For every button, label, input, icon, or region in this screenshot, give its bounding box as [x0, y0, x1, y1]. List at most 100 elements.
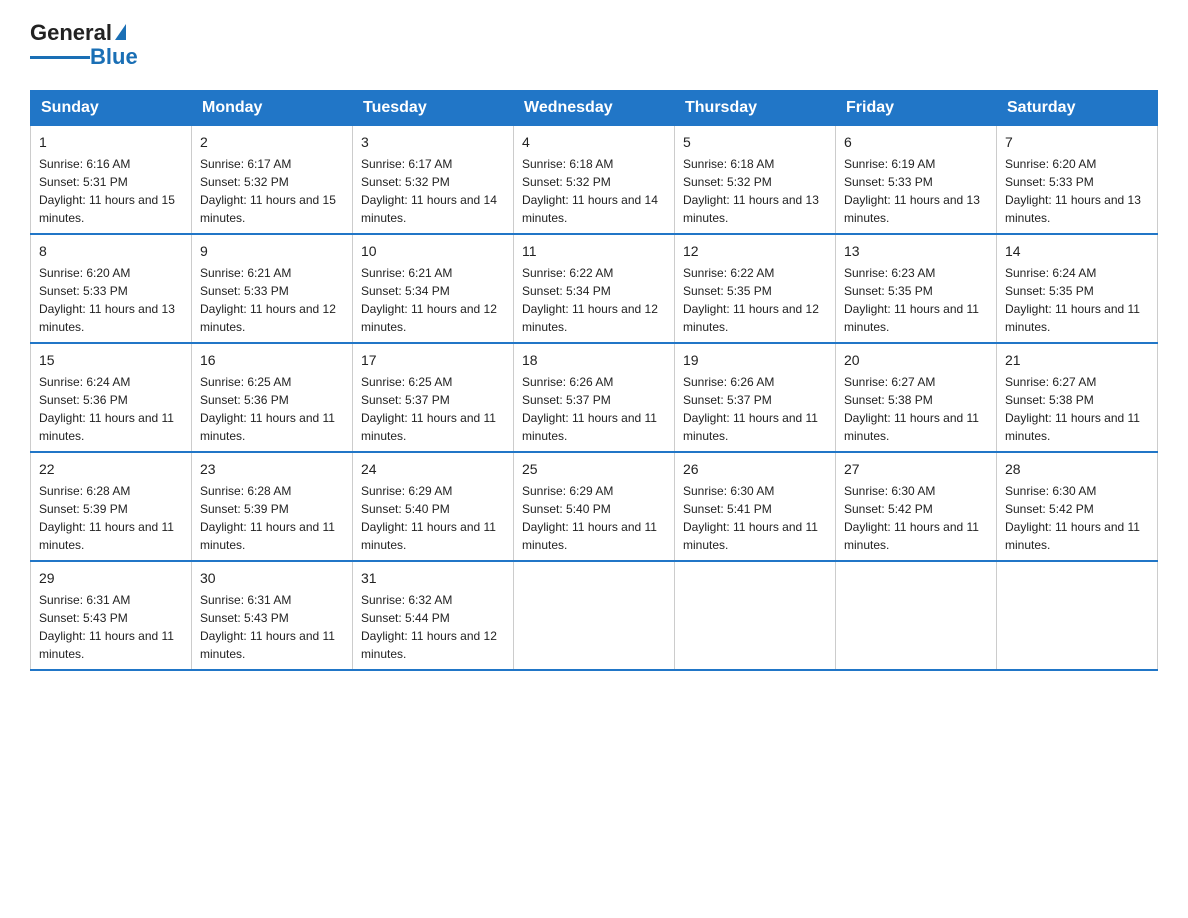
calendar-day-cell: 25Sunrise: 6:29 AMSunset: 5:40 PMDayligh…	[514, 452, 675, 561]
day-info: Sunrise: 6:30 AMSunset: 5:42 PMDaylight:…	[1005, 482, 1149, 554]
calendar-day-cell	[514, 561, 675, 670]
calendar-day-cell: 5Sunrise: 6:18 AMSunset: 5:32 PMDaylight…	[675, 126, 836, 235]
calendar-day-cell: 28Sunrise: 6:30 AMSunset: 5:42 PMDayligh…	[997, 452, 1158, 561]
calendar-week-row: 8Sunrise: 6:20 AMSunset: 5:33 PMDaylight…	[31, 234, 1158, 343]
calendar-day-cell: 27Sunrise: 6:30 AMSunset: 5:42 PMDayligh…	[836, 452, 997, 561]
calendar-day-cell: 12Sunrise: 6:22 AMSunset: 5:35 PMDayligh…	[675, 234, 836, 343]
day-info: Sunrise: 6:23 AMSunset: 5:35 PMDaylight:…	[844, 264, 988, 336]
day-number: 26	[683, 459, 827, 480]
day-number: 24	[361, 459, 505, 480]
calendar-day-cell: 8Sunrise: 6:20 AMSunset: 5:33 PMDaylight…	[31, 234, 192, 343]
day-info: Sunrise: 6:26 AMSunset: 5:37 PMDaylight:…	[683, 373, 827, 445]
day-info: Sunrise: 6:21 AMSunset: 5:33 PMDaylight:…	[200, 264, 344, 336]
calendar-day-cell: 26Sunrise: 6:30 AMSunset: 5:41 PMDayligh…	[675, 452, 836, 561]
header-monday: Monday	[192, 91, 353, 126]
calendar-header-row: SundayMondayTuesdayWednesdayThursdayFrid…	[31, 91, 1158, 126]
calendar-week-row: 22Sunrise: 6:28 AMSunset: 5:39 PMDayligh…	[31, 452, 1158, 561]
calendar-week-row: 29Sunrise: 6:31 AMSunset: 5:43 PMDayligh…	[31, 561, 1158, 670]
calendar-day-cell: 21Sunrise: 6:27 AMSunset: 5:38 PMDayligh…	[997, 343, 1158, 452]
calendar-day-cell	[675, 561, 836, 670]
day-info: Sunrise: 6:16 AMSunset: 5:31 PMDaylight:…	[39, 155, 183, 227]
calendar-day-cell: 9Sunrise: 6:21 AMSunset: 5:33 PMDaylight…	[192, 234, 353, 343]
header-tuesday: Tuesday	[353, 91, 514, 126]
calendar-day-cell: 3Sunrise: 6:17 AMSunset: 5:32 PMDaylight…	[353, 126, 514, 235]
day-number: 30	[200, 568, 344, 589]
calendar-day-cell: 31Sunrise: 6:32 AMSunset: 5:44 PMDayligh…	[353, 561, 514, 670]
day-info: Sunrise: 6:18 AMSunset: 5:32 PMDaylight:…	[522, 155, 666, 227]
logo: General Blue	[30, 20, 138, 70]
calendar-day-cell: 24Sunrise: 6:29 AMSunset: 5:40 PMDayligh…	[353, 452, 514, 561]
day-number: 5	[683, 132, 827, 153]
logo-triangle-icon	[115, 24, 126, 40]
calendar-day-cell: 15Sunrise: 6:24 AMSunset: 5:36 PMDayligh…	[31, 343, 192, 452]
day-info: Sunrise: 6:26 AMSunset: 5:37 PMDaylight:…	[522, 373, 666, 445]
calendar-day-cell	[997, 561, 1158, 670]
calendar-day-cell: 10Sunrise: 6:21 AMSunset: 5:34 PMDayligh…	[353, 234, 514, 343]
day-info: Sunrise: 6:27 AMSunset: 5:38 PMDaylight:…	[844, 373, 988, 445]
day-number: 29	[39, 568, 183, 589]
calendar-day-cell: 2Sunrise: 6:17 AMSunset: 5:32 PMDaylight…	[192, 126, 353, 235]
calendar-day-cell: 22Sunrise: 6:28 AMSunset: 5:39 PMDayligh…	[31, 452, 192, 561]
day-number: 25	[522, 459, 666, 480]
calendar-day-cell: 4Sunrise: 6:18 AMSunset: 5:32 PMDaylight…	[514, 126, 675, 235]
day-number: 7	[1005, 132, 1149, 153]
day-number: 20	[844, 350, 988, 371]
day-info: Sunrise: 6:17 AMSunset: 5:32 PMDaylight:…	[200, 155, 344, 227]
day-number: 21	[1005, 350, 1149, 371]
calendar-day-cell: 14Sunrise: 6:24 AMSunset: 5:35 PMDayligh…	[997, 234, 1158, 343]
day-number: 19	[683, 350, 827, 371]
day-number: 2	[200, 132, 344, 153]
day-number: 18	[522, 350, 666, 371]
calendar-table: SundayMondayTuesdayWednesdayThursdayFrid…	[30, 90, 1158, 671]
day-info: Sunrise: 6:18 AMSunset: 5:32 PMDaylight:…	[683, 155, 827, 227]
day-number: 14	[1005, 241, 1149, 262]
day-number: 11	[522, 241, 666, 262]
day-info: Sunrise: 6:32 AMSunset: 5:44 PMDaylight:…	[361, 591, 505, 663]
calendar-week-row: 15Sunrise: 6:24 AMSunset: 5:36 PMDayligh…	[31, 343, 1158, 452]
day-number: 27	[844, 459, 988, 480]
calendar-day-cell: 11Sunrise: 6:22 AMSunset: 5:34 PMDayligh…	[514, 234, 675, 343]
calendar-day-cell: 30Sunrise: 6:31 AMSunset: 5:43 PMDayligh…	[192, 561, 353, 670]
day-info: Sunrise: 6:22 AMSunset: 5:34 PMDaylight:…	[522, 264, 666, 336]
day-info: Sunrise: 6:29 AMSunset: 5:40 PMDaylight:…	[361, 482, 505, 554]
day-number: 31	[361, 568, 505, 589]
day-number: 12	[683, 241, 827, 262]
day-number: 3	[361, 132, 505, 153]
calendar-day-cell: 18Sunrise: 6:26 AMSunset: 5:37 PMDayligh…	[514, 343, 675, 452]
day-info: Sunrise: 6:31 AMSunset: 5:43 PMDaylight:…	[39, 591, 183, 663]
calendar-day-cell: 1Sunrise: 6:16 AMSunset: 5:31 PMDaylight…	[31, 126, 192, 235]
header-friday: Friday	[836, 91, 997, 126]
day-number: 23	[200, 459, 344, 480]
calendar-day-cell: 13Sunrise: 6:23 AMSunset: 5:35 PMDayligh…	[836, 234, 997, 343]
day-number: 17	[361, 350, 505, 371]
calendar-day-cell: 7Sunrise: 6:20 AMSunset: 5:33 PMDaylight…	[997, 126, 1158, 235]
logo-blue: Blue	[90, 44, 138, 70]
day-number: 10	[361, 241, 505, 262]
day-number: 6	[844, 132, 988, 153]
day-info: Sunrise: 6:24 AMSunset: 5:35 PMDaylight:…	[1005, 264, 1149, 336]
day-number: 4	[522, 132, 666, 153]
header-wednesday: Wednesday	[514, 91, 675, 126]
day-info: Sunrise: 6:30 AMSunset: 5:42 PMDaylight:…	[844, 482, 988, 554]
calendar-day-cell	[836, 561, 997, 670]
day-info: Sunrise: 6:30 AMSunset: 5:41 PMDaylight:…	[683, 482, 827, 554]
day-number: 22	[39, 459, 183, 480]
day-number: 15	[39, 350, 183, 371]
day-number: 8	[39, 241, 183, 262]
calendar-day-cell: 19Sunrise: 6:26 AMSunset: 5:37 PMDayligh…	[675, 343, 836, 452]
day-number: 1	[39, 132, 183, 153]
day-number: 28	[1005, 459, 1149, 480]
day-number: 16	[200, 350, 344, 371]
day-info: Sunrise: 6:27 AMSunset: 5:38 PMDaylight:…	[1005, 373, 1149, 445]
day-info: Sunrise: 6:20 AMSunset: 5:33 PMDaylight:…	[39, 264, 183, 336]
logo-underline	[30, 56, 90, 59]
calendar-day-cell: 20Sunrise: 6:27 AMSunset: 5:38 PMDayligh…	[836, 343, 997, 452]
day-info: Sunrise: 6:29 AMSunset: 5:40 PMDaylight:…	[522, 482, 666, 554]
day-number: 13	[844, 241, 988, 262]
day-info: Sunrise: 6:20 AMSunset: 5:33 PMDaylight:…	[1005, 155, 1149, 227]
logo-general: General	[30, 20, 112, 46]
calendar-week-row: 1Sunrise: 6:16 AMSunset: 5:31 PMDaylight…	[31, 126, 1158, 235]
calendar-day-cell: 29Sunrise: 6:31 AMSunset: 5:43 PMDayligh…	[31, 561, 192, 670]
day-info: Sunrise: 6:19 AMSunset: 5:33 PMDaylight:…	[844, 155, 988, 227]
calendar-day-cell: 6Sunrise: 6:19 AMSunset: 5:33 PMDaylight…	[836, 126, 997, 235]
